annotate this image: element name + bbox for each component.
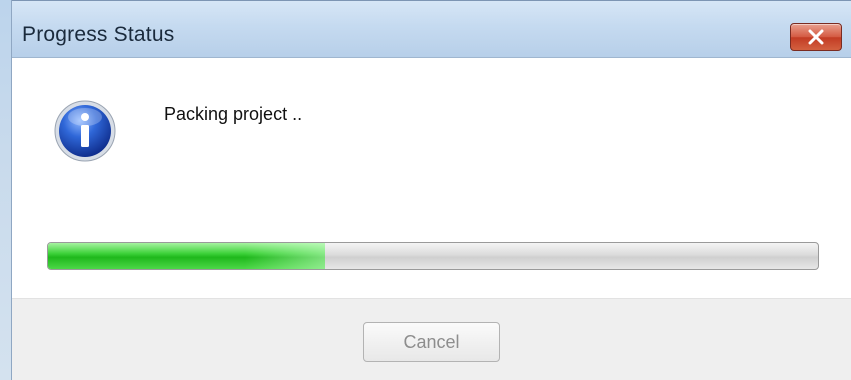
title-bar[interactable]: Progress Status — [0, 0, 851, 58]
button-area: Cancel — [12, 298, 851, 380]
close-button[interactable] — [790, 23, 842, 51]
cancel-button[interactable]: Cancel — [363, 322, 500, 362]
info-icon — [54, 100, 116, 162]
window-title: Progress Status — [22, 23, 175, 46]
window-frame-left — [0, 0, 12, 380]
close-icon — [808, 29, 824, 45]
progress-bar — [47, 242, 819, 270]
progress-bar-fill — [48, 243, 326, 269]
dialog-content: Packing project .. — [12, 58, 851, 298]
progress-status-dialog: Progress Status Packing project .. Cance… — [0, 0, 851, 380]
status-message: Packing project .. — [164, 104, 303, 124]
